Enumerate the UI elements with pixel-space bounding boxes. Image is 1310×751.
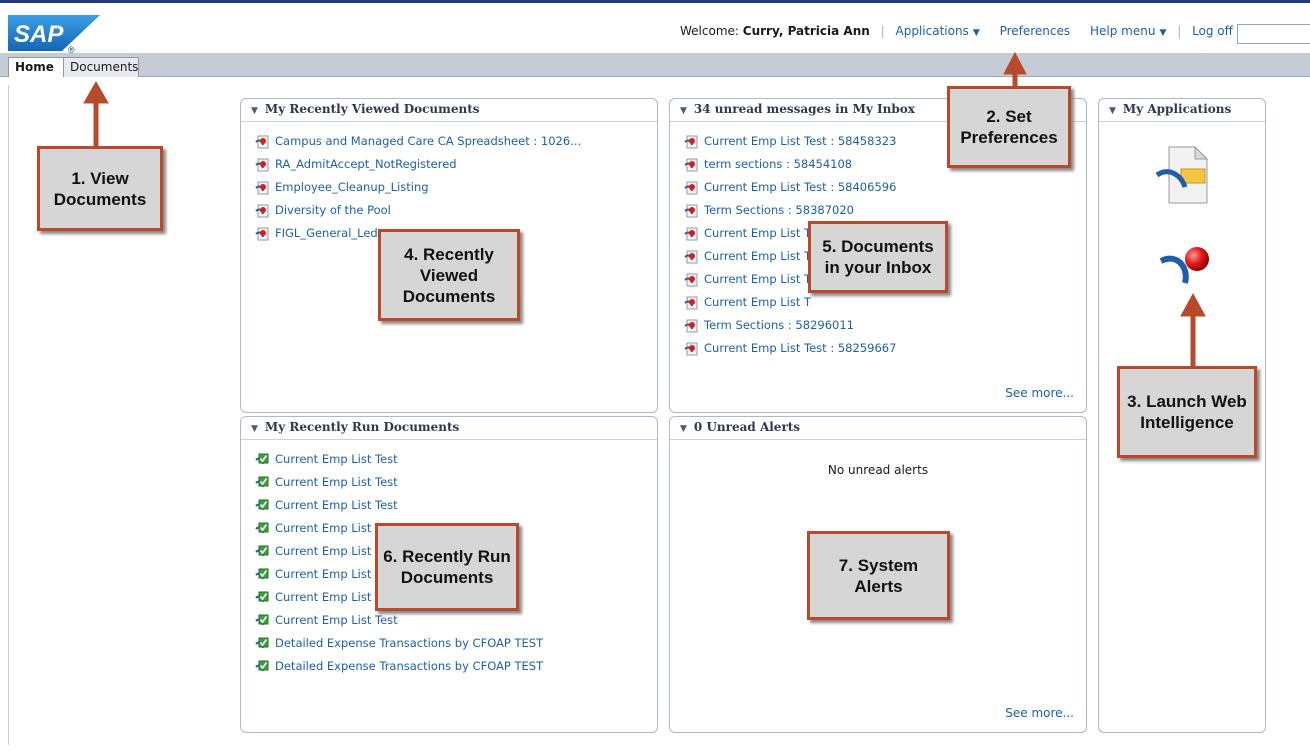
callout-set-preferences: 2. Set Preferences	[947, 86, 1071, 168]
annotation-arrows	[83, 51, 1206, 366]
callout-view-documents: 1. View Documents	[37, 146, 163, 231]
callout-launch-web-intelligence: 3. Launch Web Intelligence	[1117, 366, 1257, 458]
callout-recently-run: 6. Recently Run Documents	[375, 523, 519, 611]
callout-inbox-documents: 5. Documents in your Inbox	[808, 221, 948, 293]
callout-recently-viewed: 4. Recently Viewed Documents	[378, 229, 520, 321]
callout-system-alerts: 7. System Alerts	[807, 531, 950, 620]
